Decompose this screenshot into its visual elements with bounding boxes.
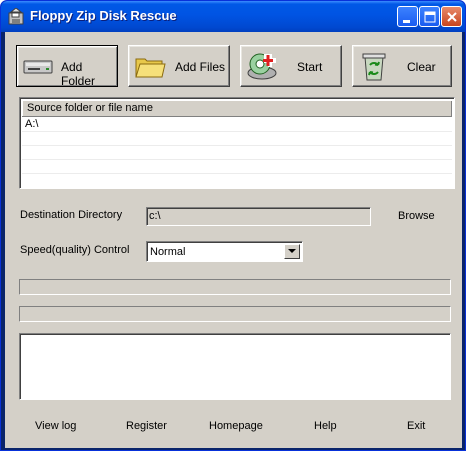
window-title: Floppy Zip Disk Rescue [30,8,177,23]
progress-bar-current [19,306,451,322]
speed-selected-value: Normal [150,246,186,258]
maximize-icon [424,11,436,23]
list-item-empty [22,174,452,188]
list-item-empty [22,132,452,146]
start-button[interactable]: Start [240,45,342,87]
app-window: Floppy Zip Disk Rescue Add Folder Add Fi… [0,0,466,451]
homepage-link[interactable]: Homepage [209,420,263,432]
add-folder-label: Add Folder [61,60,96,88]
list-item[interactable]: A:\ [22,118,452,132]
speed-label: Speed(quality) Control [20,244,130,256]
floppy-app-icon [8,8,24,25]
dropdown-button[interactable] [284,244,300,259]
recycle-bin-icon [362,53,386,81]
maximize-button[interactable] [419,6,440,27]
start-label: Start [297,60,323,74]
progress-bar-overall [19,279,451,295]
source-list[interactable]: Source folder or file name A:\ [19,97,455,189]
minimize-icon [403,20,410,23]
destination-label: Destination Directory [20,209,123,221]
help-link[interactable]: Help [314,420,337,432]
minimize-button[interactable] [397,6,418,27]
clear-button[interactable]: Clear [352,45,452,87]
destination-field[interactable]: c:\ [146,207,371,226]
column-header-source[interactable]: Source folder or file name [22,100,452,117]
folder-icon [135,58,166,78]
add-files-button[interactable]: Add Files [128,45,230,87]
client-area: Add Folder Add Files Start Clear Source … [5,32,462,448]
clear-label: Clear [407,60,436,74]
view-log-link[interactable]: View log [35,420,76,432]
log-output-area[interactable] [19,333,451,400]
chevron-down-icon [288,249,296,253]
close-icon [447,12,457,22]
title-bar[interactable]: Floppy Zip Disk Rescue [1,1,465,32]
close-button[interactable] [441,6,462,27]
speed-select[interactable]: Normal [146,241,303,262]
drive-icon [23,60,53,74]
list-item-empty [22,160,452,174]
register-link[interactable]: Register [126,420,167,432]
list-item-empty [22,146,452,160]
add-files-label: Add Files [175,60,226,74]
add-folder-button[interactable]: Add Folder [16,45,118,88]
rescue-disk-icon [247,53,277,80]
exit-link[interactable]: Exit [407,420,425,432]
browse-button[interactable]: Browse [398,210,435,222]
